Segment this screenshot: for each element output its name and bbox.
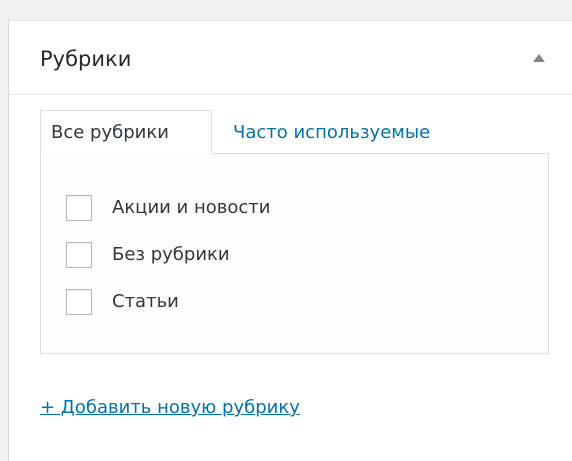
toggle-panel-button[interactable]: [519, 43, 559, 73]
category-checklist-panel: Акции и новости Без рубрики Статьи: [40, 153, 549, 354]
category-item-uncategorized[interactable]: Без рубрики: [66, 240, 270, 270]
add-new-category-link[interactable]: + Добавить новую рубрику: [40, 395, 300, 421]
tab-all-categories[interactable]: Все рубрики: [40, 110, 212, 154]
metabox-header: Рубрики: [9, 21, 572, 95]
category-tabs: Все рубрики Часто используемые: [40, 110, 560, 154]
category-item-articles[interactable]: Статьи: [66, 287, 270, 317]
category-checkbox[interactable]: [66, 195, 92, 221]
category-item-promotions[interactable]: Акции и новости: [66, 193, 270, 223]
category-checkbox[interactable]: [66, 242, 92, 268]
category-label: Без рубрики: [112, 244, 230, 265]
category-label: Акции и новости: [112, 197, 271, 218]
triangle-up-icon: [533, 54, 545, 62]
tab-most-used[interactable]: Часто используемые: [222, 110, 441, 154]
metabox-title: Рубрики: [40, 47, 132, 71]
categories-metabox: Рубрики Все рубрики Часто используемые А…: [8, 20, 572, 461]
category-label: Статьи: [112, 291, 179, 312]
category-checkbox[interactable]: [66, 289, 92, 315]
category-checklist: Акции и новости Без рубрики Статьи: [66, 193, 270, 334]
